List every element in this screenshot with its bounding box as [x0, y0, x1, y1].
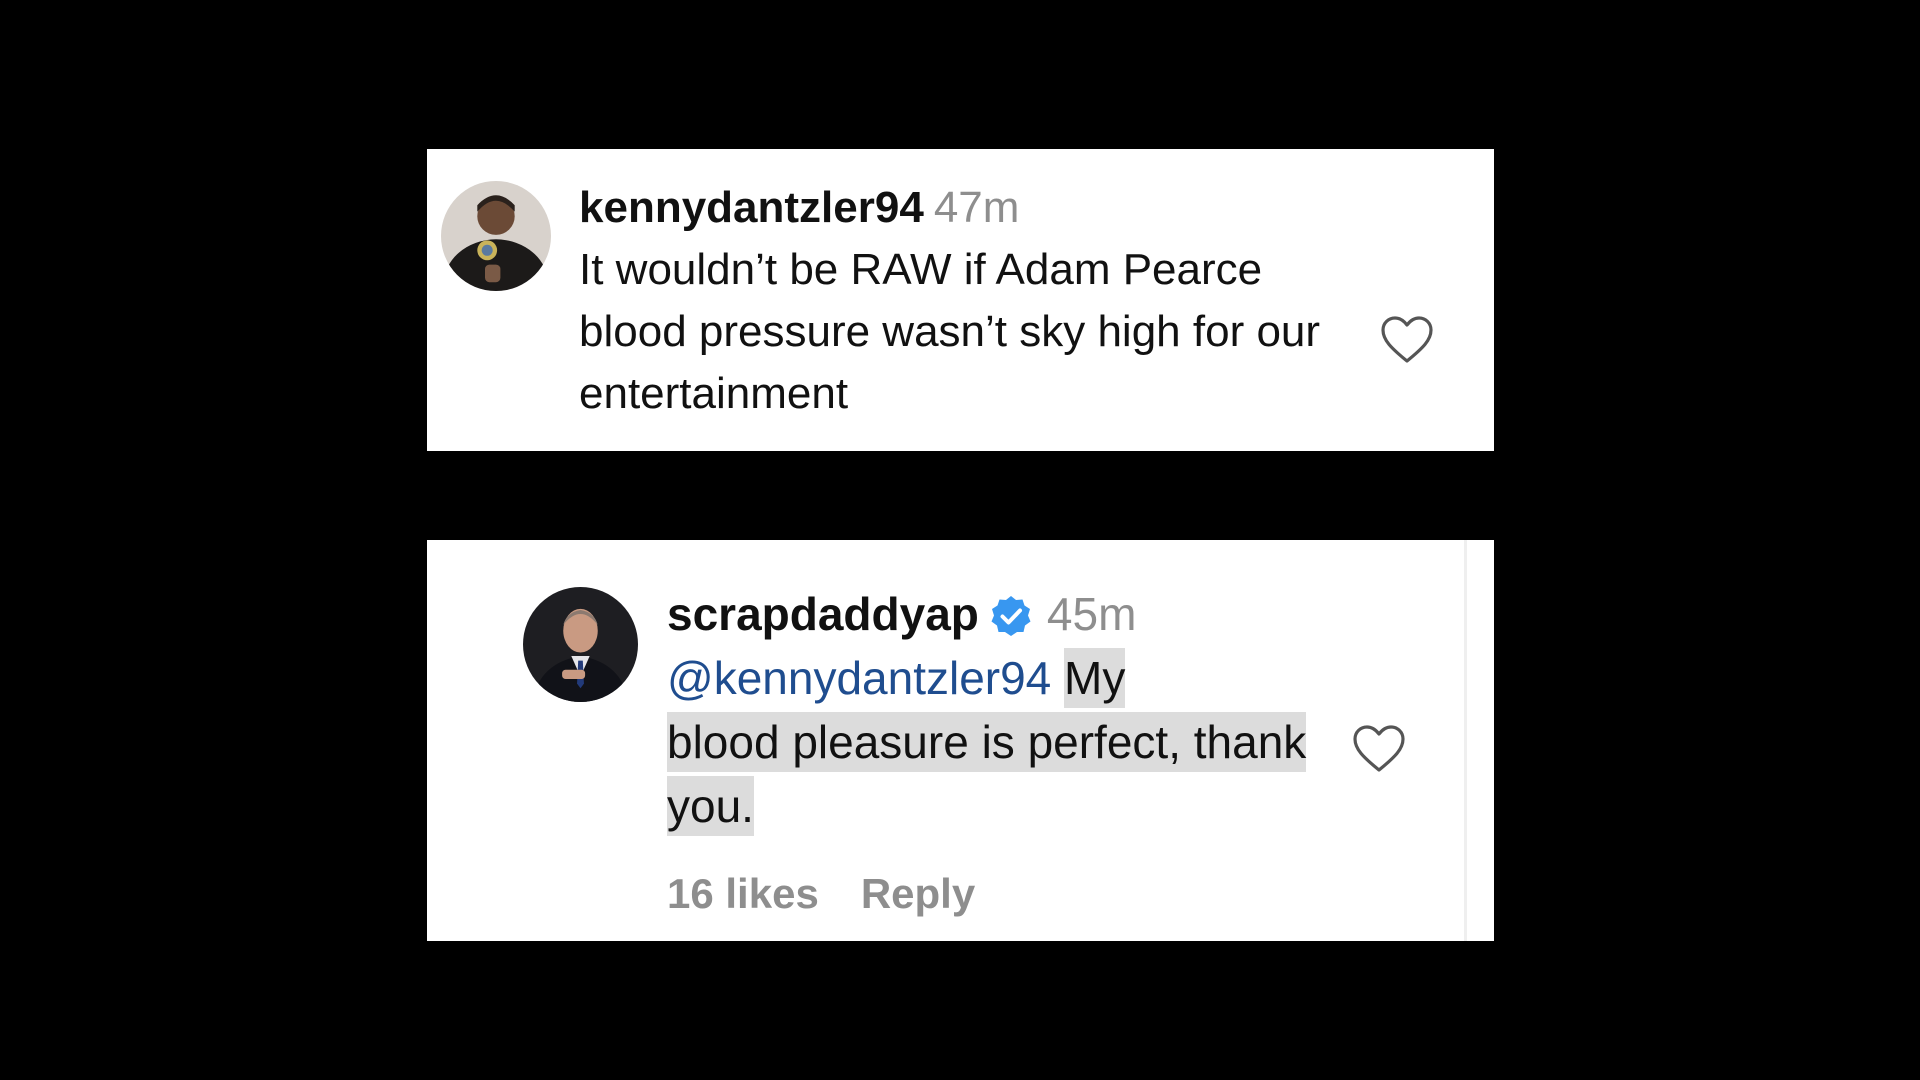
profile-photo-icon: [441, 181, 551, 291]
verified-badge-icon: [989, 590, 1033, 636]
timestamp: 47m: [933, 183, 1020, 232]
like-button[interactable]: [1379, 315, 1435, 365]
avatar[interactable]: [523, 587, 638, 702]
comment-text: It wouldn’t be RAW if Adam Pearce blood …: [579, 245, 1321, 418]
comment-actions: 16 likes Reply: [667, 870, 975, 918]
comment-text-start: My: [1064, 648, 1126, 708]
comment-body: scrapdaddyap 45m @kennydantzler94 My bloo…: [667, 582, 1327, 838]
comment-body: kennydantzler94 47m It wouldn’t be RAW if…: [579, 177, 1379, 425]
heart-outline-icon: [1381, 316, 1433, 363]
thread-divider: [1464, 540, 1467, 941]
likes-count[interactable]: 16 likes: [667, 870, 819, 917]
comment-text: blood pleasure is perfect, thank you.: [667, 712, 1307, 836]
comment-card: kennydantzler94 47m It wouldn’t be RAW if…: [427, 149, 1494, 451]
like-button[interactable]: [1351, 724, 1407, 774]
username[interactable]: kennydantzler94: [579, 183, 924, 232]
avatar[interactable]: [441, 181, 551, 291]
heart-outline-icon: [1353, 725, 1405, 772]
reply-button[interactable]: Reply: [861, 870, 975, 917]
profile-photo-icon: [523, 587, 638, 702]
timestamp: 45m: [1046, 588, 1137, 640]
username[interactable]: scrapdaddyap: [667, 588, 979, 640]
reply-card: scrapdaddyap 45m @kennydantzler94 My bloo…: [427, 540, 1494, 941]
mention-link[interactable]: @kennydantzler94: [667, 652, 1051, 704]
